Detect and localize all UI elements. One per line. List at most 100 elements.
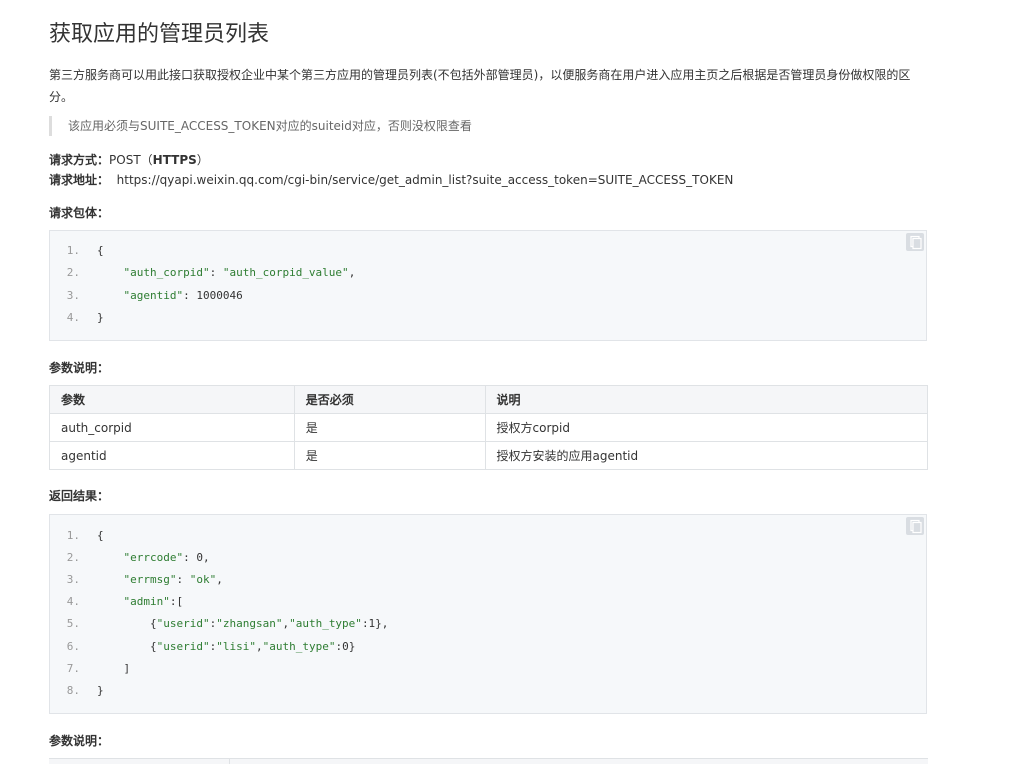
code-line: 1. { — [50, 240, 926, 262]
code-line-text: ] — [97, 658, 130, 680]
param-desc-cell: 授权方corpid — [484, 413, 928, 442]
request-url-label: 请求地址： — [49, 173, 110, 187]
params-table-2-partial — [49, 758, 928, 764]
code-line-text: } — [97, 307, 104, 329]
param-desc-cell: 授权方安装的应用agentid — [484, 441, 928, 470]
code-line-number: 5. — [66, 617, 80, 631]
code-line-text: "errcode": 0, — [97, 547, 210, 569]
code-line: 7. ] — [50, 658, 926, 680]
code-line-number: 8. — [66, 683, 80, 697]
code-token: , — [216, 573, 223, 587]
params-section-label: 参数说明： — [49, 361, 110, 375]
code-token: "auth_corpid" — [123, 266, 210, 280]
code-token: : 0, — [183, 551, 210, 565]
code-line: 4.} — [50, 307, 926, 329]
param-required-cell: 是 — [293, 441, 486, 470]
params-table-header-row: 参数 是否必须 说明 — [49, 385, 928, 414]
code-line-text: { — [97, 240, 104, 262]
code-line-number: 2. — [66, 551, 80, 565]
request-body-code-block[interactable]: 1. {2. "auth_corpid": "auth_corpid_value"… — [49, 230, 927, 341]
request-method-label: 请求方式： — [49, 153, 110, 167]
page-title: 获取应用的管理员列表 — [49, 22, 270, 47]
code-token: "auth_type" — [262, 639, 336, 653]
request-method-line: 请求方式：POST（HTTPS） — [49, 150, 209, 170]
code-token: "zhangsan" — [216, 617, 283, 631]
code-token: : — [183, 288, 197, 302]
code-token: :1}, — [361, 617, 389, 631]
code-token: , — [255, 639, 263, 653]
params-table: 参数 是否必须 说明 auth_corpid 是 授权方corpid agent… — [49, 385, 928, 470]
code-token: ] — [97, 661, 131, 675]
code-line-text: "auth_corpid": "auth_corpid_value", — [97, 262, 356, 284]
code-token: { — [97, 617, 157, 631]
code-token: "auth_type" — [289, 617, 362, 631]
code-token: "errmsg" — [123, 573, 177, 587]
note-blockquote: 该应用必须与SUITE_ACCESS_TOKEN对应的suiteid对应，否则没… — [49, 116, 472, 136]
code-token: "agentid" — [123, 288, 184, 302]
code-token: "lisi" — [216, 639, 256, 653]
params-header-desc: 说明 — [484, 385, 928, 414]
code-token: 1000046 — [196, 288, 243, 302]
code-line-number: 3. — [66, 288, 80, 302]
param-required-cell: 是 — [293, 413, 486, 442]
code-token: } — [97, 310, 104, 324]
params-section-label-2: 参数说明： — [49, 734, 110, 748]
body-section-label: 请求包体： — [49, 206, 110, 220]
table-row: auth_corpid 是 授权方corpid — [49, 413, 928, 442]
code-line-number: 3. — [66, 573, 80, 587]
table-row: agentid 是 授权方安装的应用agentid — [49, 441, 928, 470]
code-token: { — [97, 244, 104, 257]
code-token: { — [97, 529, 104, 542]
code-line-text: "admin":[ — [97, 591, 184, 613]
code-token: :0} — [335, 639, 356, 653]
code-line-number: 4. — [66, 595, 80, 609]
code-token: "errcode" — [123, 551, 184, 565]
code-line-text: {"userid":"lisi","auth_type":0} — [97, 636, 355, 658]
code-token: : — [209, 266, 223, 280]
code-line-text: "agentid": 1000046 — [97, 285, 243, 307]
params-header-param: 参数 — [49, 385, 295, 414]
code-line: 2. "auth_corpid": "auth_corpid_value", — [50, 262, 926, 284]
code-line-number: 1. — [66, 244, 80, 257]
param-name-cell: agentid — [49, 441, 295, 470]
code-line: 6. {"userid":"lisi","auth_type":0} — [50, 636, 926, 658]
request-method-proto: HTTPS — [152, 153, 197, 167]
code-token: : — [176, 573, 190, 587]
code-line-number: 4. — [66, 310, 80, 324]
request-method-value: POST（ — [109, 153, 153, 167]
params-header-required: 是否必须 — [293, 385, 486, 414]
code-line: 4. "admin":[ — [50, 591, 926, 613]
intro-paragraph: 第三方服务商可以用此接口获取授权企业中某个第三方应用的管理员列表(不包括外部管理… — [49, 68, 911, 104]
code-line: 2. "errcode": 0, — [50, 547, 926, 569]
code-token: "ok" — [189, 573, 217, 587]
code-token: "auth_corpid_value" — [222, 266, 349, 280]
code-line-text: { — [97, 525, 104, 547]
code-line-text: {"userid":"zhangsan","auth_type":1}, — [97, 613, 388, 635]
code-token: :[ — [169, 595, 184, 609]
request-method-close: ） — [196, 153, 209, 167]
code-line-text: "errmsg": "ok", — [97, 569, 223, 591]
request-url-line: 请求地址： https://qyapi.weixin.qq.com/cgi-bi… — [49, 170, 733, 190]
result-code-block[interactable]: 1.{2. "errcode": 0, 3. "errmsg": "ok", 4. … — [49, 514, 927, 714]
code-line-number: 6. — [66, 639, 80, 653]
table-column-divider — [229, 759, 230, 764]
code-token: { — [97, 639, 157, 653]
doc-page: 获取应用的管理员列表 第三方服务商可以用此接口获取授权企业中某个第三方应用的管理… — [0, 0, 1010, 764]
code-token: "userid" — [156, 639, 210, 653]
code-token: , — [348, 266, 356, 280]
code-token: "userid" — [156, 617, 210, 631]
code-line-number: 1. — [66, 529, 80, 542]
param-name-cell: auth_corpid — [49, 413, 295, 442]
code-line-text: } — [97, 680, 104, 702]
code-line: 3. "agentid": 1000046 — [50, 285, 926, 307]
code-line-number: 2. — [66, 266, 80, 280]
code-line: 5. {"userid":"zhangsan","auth_type":1}, — [50, 613, 926, 635]
code-line: 1. { — [50, 525, 926, 547]
code-token: } — [97, 683, 104, 697]
request-url-value[interactable]: https://qyapi.weixin.qq.com/cgi-bin/serv… — [117, 173, 734, 187]
